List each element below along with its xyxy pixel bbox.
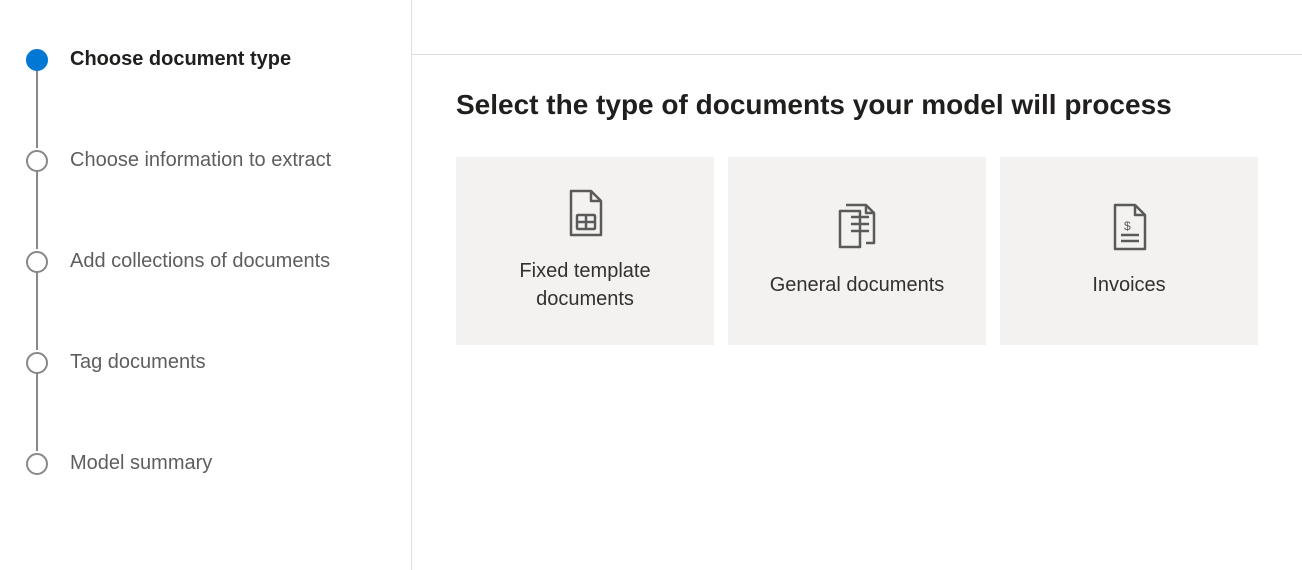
step-label: Tag documents [70,351,206,374]
svg-text:$: $ [1124,219,1131,233]
card-invoices[interactable]: $ Invoices [1000,157,1258,345]
card-fixed-template-documents[interactable]: Fixed template documents [456,157,714,345]
step-label: Choose document type [70,48,291,71]
step-indicator-icon [26,49,48,71]
document-general-icon [835,203,879,253]
page-title: Select the type of documents your model … [456,89,1258,121]
document-invoice-icon: $ [1107,203,1151,253]
step-connector [36,70,38,148]
step-label: Choose information to extract [70,149,331,172]
wizard-steps-list: Choose document type Choose information … [26,48,381,475]
card-label: Invoices [1092,271,1165,299]
step-indicator-icon [26,352,48,374]
main-panel: Select the type of documents your model … [411,0,1302,570]
step-connector [36,272,38,350]
wizard-sidebar: Choose document type Choose information … [0,0,411,570]
document-template-icon [563,189,607,239]
step-label: Add collections of documents [70,250,330,273]
step-indicator-icon [26,150,48,172]
step-label: Model summary [70,452,212,475]
card-label: Fixed template documents [476,257,694,313]
step-indicator-icon [26,251,48,273]
step-choose-information[interactable]: Choose information to extract [26,149,381,250]
card-label: General documents [770,271,945,299]
step-choose-document-type[interactable]: Choose document type [26,48,381,149]
step-tag-documents[interactable]: Tag documents [26,351,381,452]
main-content: Select the type of documents your model … [412,55,1302,379]
step-model-summary[interactable]: Model summary [26,452,381,475]
step-indicator-icon [26,453,48,475]
step-connector [36,373,38,451]
step-connector [36,171,38,249]
card-general-documents[interactable]: General documents [728,157,986,345]
document-type-cards: Fixed template documents General documen… [456,157,1258,345]
step-add-collections[interactable]: Add collections of documents [26,250,381,351]
